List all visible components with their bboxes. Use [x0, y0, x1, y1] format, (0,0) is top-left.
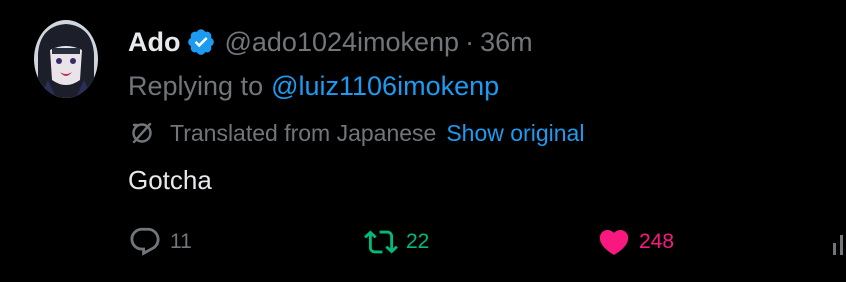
like-count: 248 — [639, 230, 675, 253]
tweet-header: Ado @ado1024imokenp · 36m — [128, 24, 533, 60]
separator-dot: · — [465, 26, 475, 57]
heart-icon — [597, 225, 631, 259]
retweet-button[interactable]: 22 — [364, 222, 429, 262]
replying-prefix: Replying to — [128, 70, 264, 101]
replying-to-mention[interactable]: @luiz1106imokenp — [271, 71, 499, 102]
show-original-link[interactable]: Show original — [446, 120, 584, 147]
avatar[interactable] — [34, 20, 98, 98]
author-handle[interactable]: @ado1024imokenp — [224, 27, 459, 58]
retweet-icon — [364, 225, 398, 259]
timestamp[interactable]: 36m — [480, 27, 533, 58]
translate-icon — [128, 119, 156, 147]
author-name[interactable]: Ado — [128, 27, 180, 58]
views-button[interactable] — [832, 222, 846, 262]
verified-badge-icon — [186, 27, 216, 57]
views-icon — [832, 225, 846, 259]
action-bar: 11 22 248 — [0, 222, 846, 262]
reply-count: 11 — [170, 230, 192, 253]
like-button[interactable]: 248 — [597, 222, 674, 262]
retweet-count: 22 — [406, 230, 430, 253]
replying-to-line: Replying to @luiz1106imokenp — [128, 68, 499, 104]
translation-notice: Translated from Japanese Show original — [128, 117, 584, 149]
tweet-text: Gotcha — [128, 164, 212, 195]
reply-icon — [128, 225, 162, 259]
translated-label: Translated from Japanese — [170, 119, 437, 146]
reply-button[interactable]: 11 — [128, 222, 192, 262]
